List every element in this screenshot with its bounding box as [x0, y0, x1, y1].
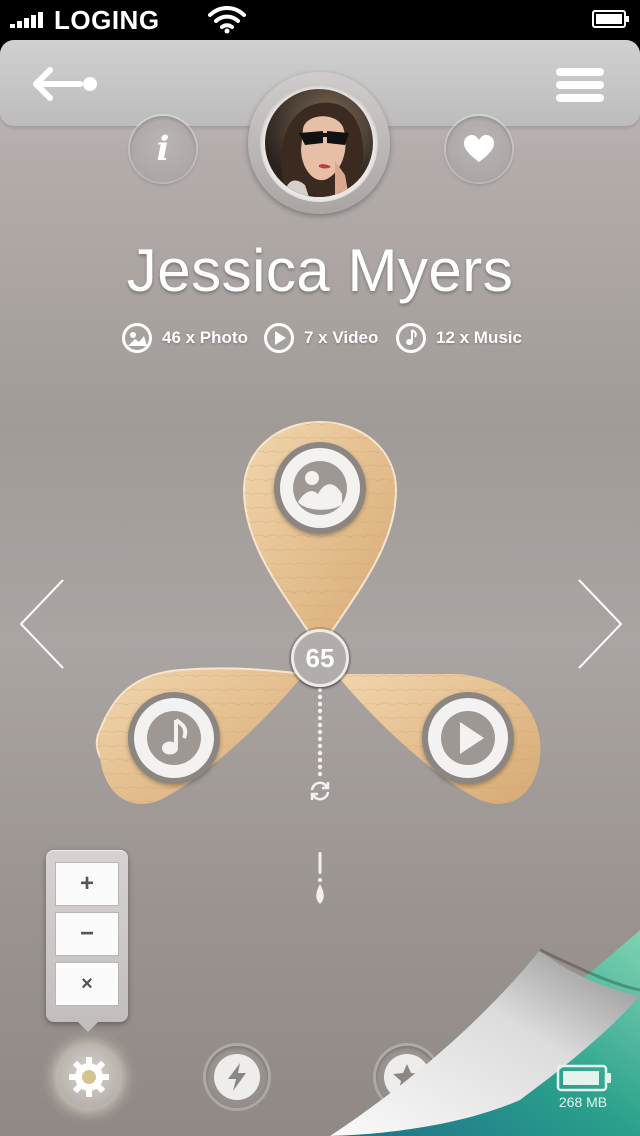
- battery-icon: [592, 10, 629, 28]
- signal-strength-icon: [10, 12, 46, 28]
- lightning-icon: [228, 1063, 246, 1091]
- play-icon: [441, 711, 495, 765]
- close-panel-button[interactable]: ×: [55, 962, 119, 1006]
- profile-screen: i Jessica Myers 46 x Photo 7 x Video 12 …: [0, 40, 640, 1136]
- settings-button[interactable]: [58, 1046, 120, 1108]
- star-icon: [393, 1064, 421, 1090]
- photo-button[interactable]: [274, 442, 366, 534]
- music-button[interactable]: [128, 692, 220, 784]
- refresh-icon[interactable]: [308, 780, 332, 802]
- zoom-panel: + − ×: [46, 850, 128, 1032]
- photo-icon: [293, 461, 347, 515]
- zoom-in-button[interactable]: +: [55, 862, 119, 906]
- item-count-badge: 65: [291, 629, 349, 687]
- favorites-button[interactable]: [376, 1046, 438, 1108]
- status-bar: LOGING: [0, 0, 640, 40]
- music-note-icon: [147, 711, 201, 765]
- storage-label: 268 MB: [558, 1094, 608, 1110]
- carrier-name: LOGING: [54, 5, 160, 35]
- video-button[interactable]: [422, 692, 514, 784]
- gear-icon: [69, 1057, 109, 1097]
- wifi-icon: [208, 6, 246, 34]
- flash-button[interactable]: [206, 1046, 268, 1108]
- zoom-out-button[interactable]: −: [55, 912, 119, 956]
- storage-battery-icon: [556, 1064, 611, 1092]
